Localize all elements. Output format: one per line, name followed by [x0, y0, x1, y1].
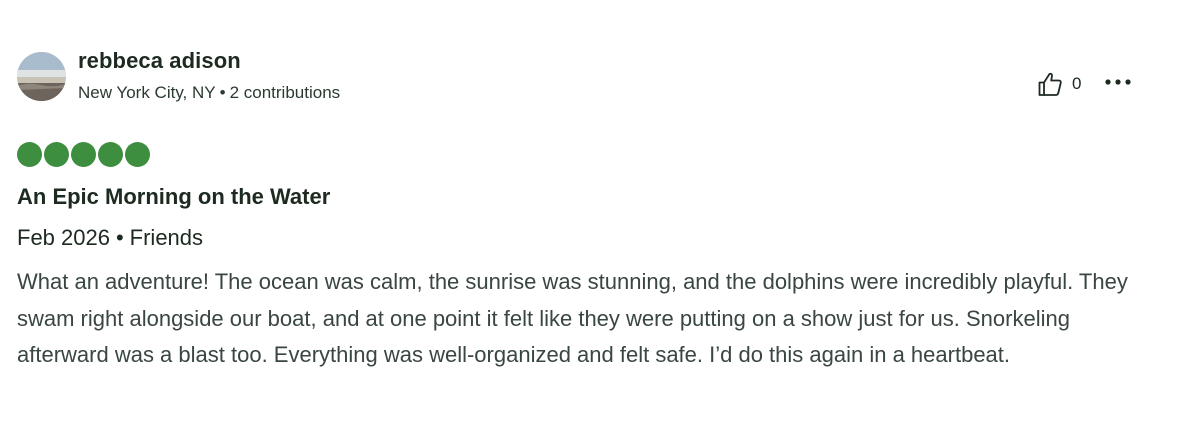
reviewer-name[interactable]: rebbeca adison	[78, 48, 241, 74]
visit-info: Feb 2026 • Friends	[17, 225, 203, 251]
rating-bubble	[44, 142, 69, 167]
meta-separator: •	[219, 83, 226, 102]
review-title[interactable]: An Epic Morning on the Water	[17, 184, 330, 210]
trip-type: Friends	[129, 225, 204, 250]
thumbs-up-icon	[1038, 72, 1062, 96]
visit-date: Feb 2026	[17, 225, 110, 250]
reviewer-contributions[interactable]: 2 contributions	[230, 83, 341, 102]
helpful-vote-button[interactable]: 0	[1036, 70, 1081, 98]
review-body: What an adventure! The ocean was calm, t…	[17, 269, 1128, 367]
beach-photo-icon	[17, 52, 66, 101]
reviewer-location: New York City, NY	[78, 83, 216, 102]
avatar[interactable]	[17, 52, 66, 101]
rating-bubble	[17, 142, 42, 167]
more-options-icon	[1105, 79, 1131, 85]
review-card: rebbeca adison New York City, NY • 2 contr…	[0, 0, 1200, 427]
visit-separator: •	[115, 225, 124, 250]
more-options-button[interactable]	[1103, 70, 1133, 94]
rating-bubble	[71, 142, 96, 167]
rating-bubbles	[17, 142, 150, 167]
rating-bubble	[98, 142, 123, 167]
reviewer-meta: New York City, NY • 2 contributions	[78, 83, 340, 103]
helpful-count: 0	[1072, 74, 1082, 93]
rating-bubble	[125, 142, 150, 167]
